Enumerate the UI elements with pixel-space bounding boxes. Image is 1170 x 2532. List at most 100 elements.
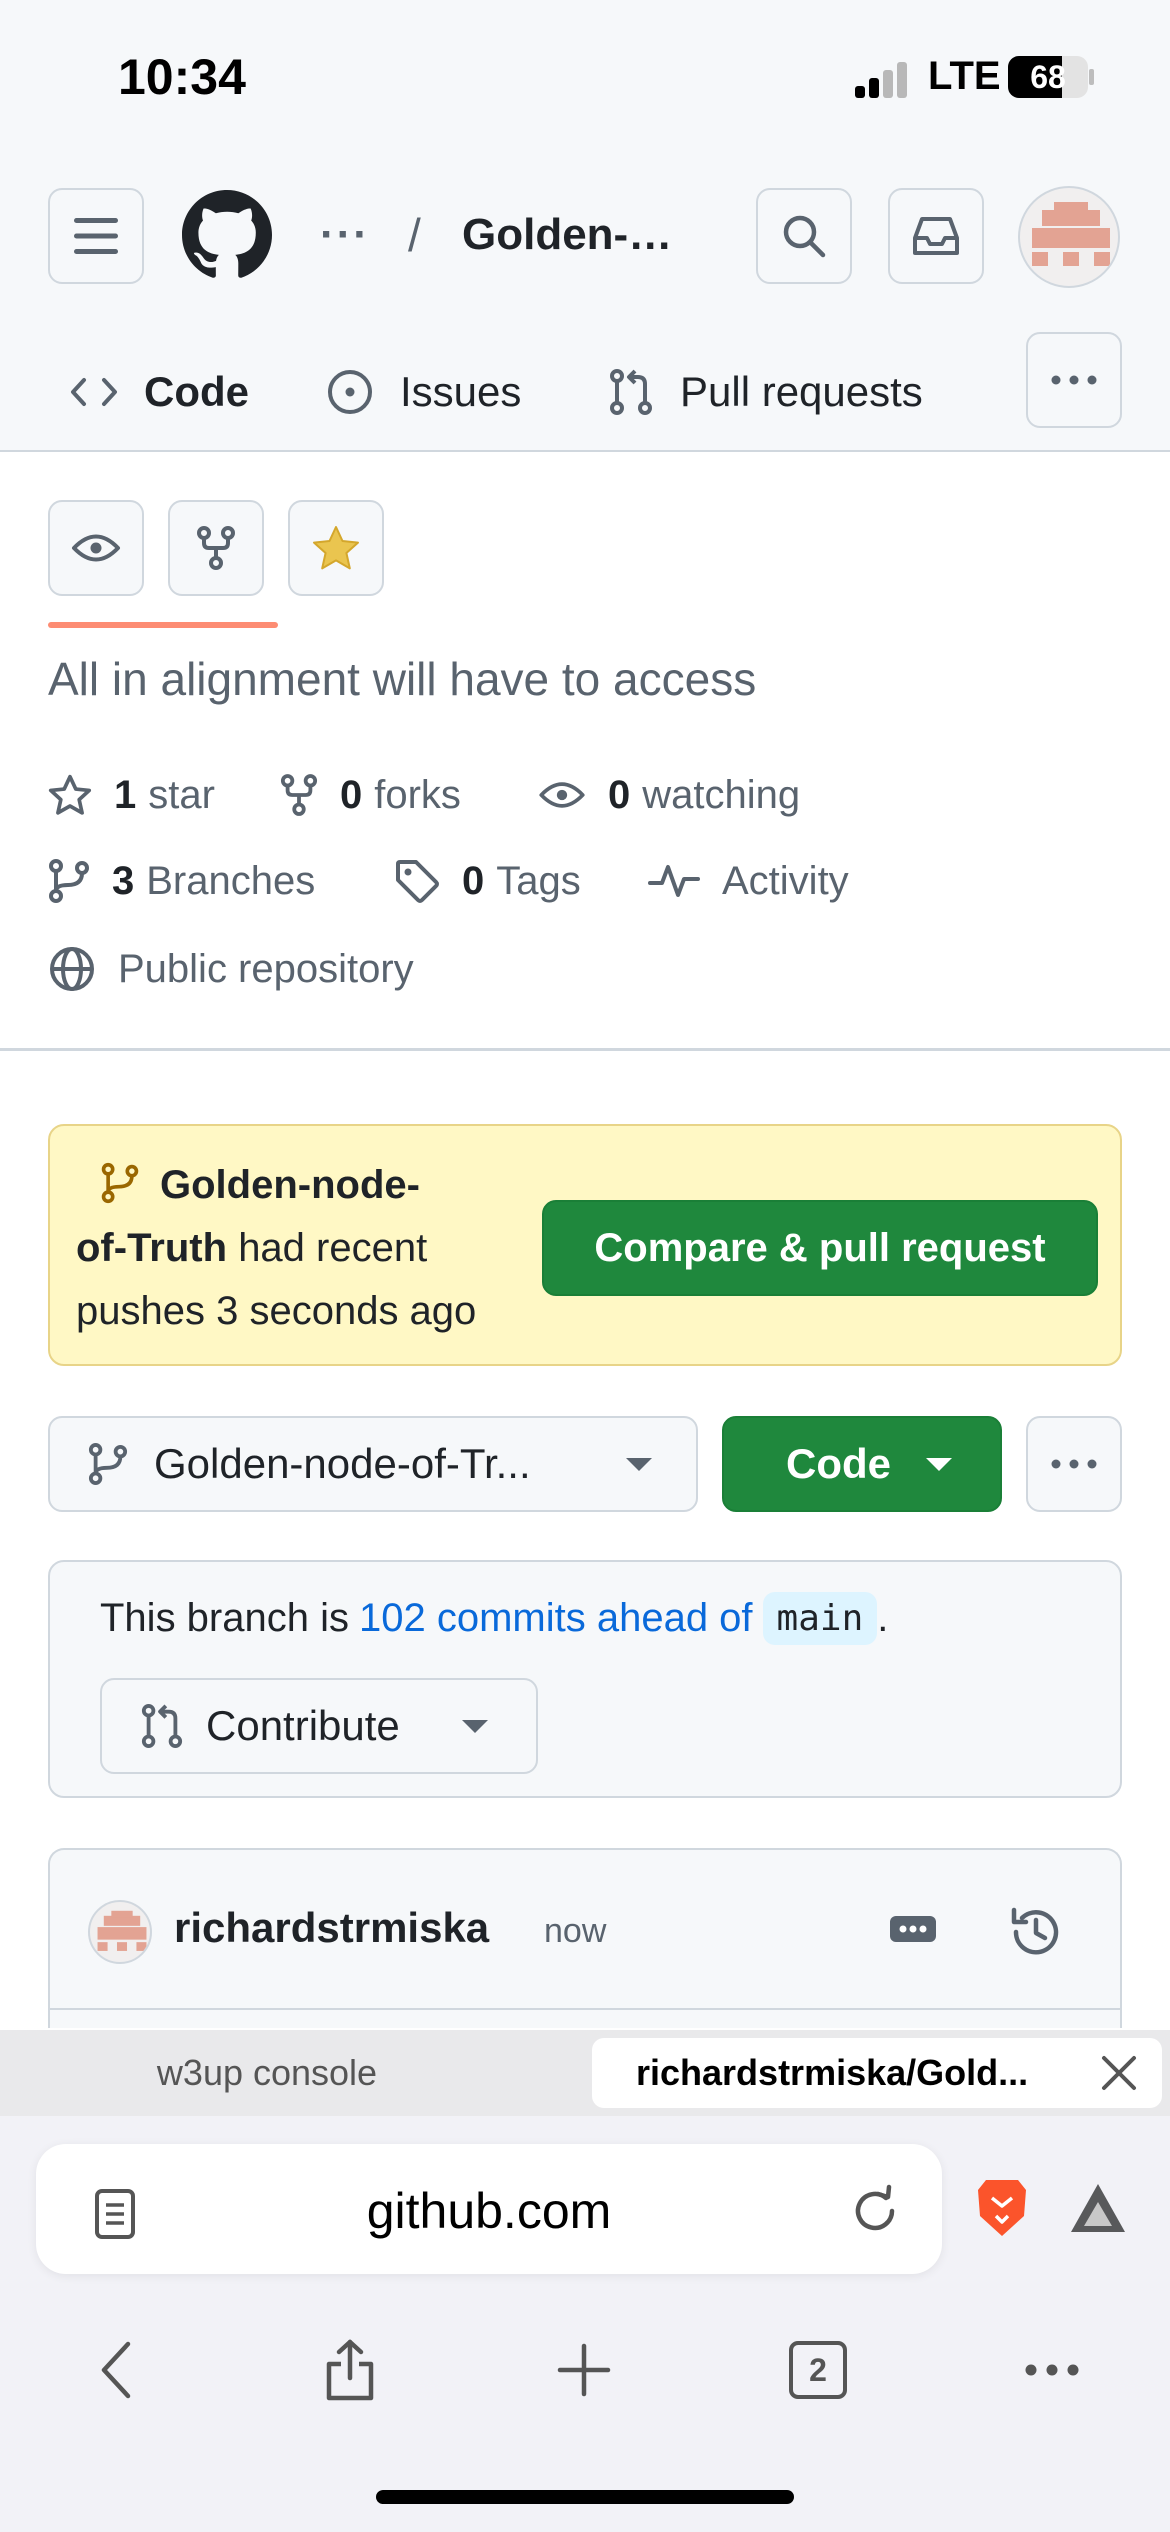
tags-count: 0 xyxy=(462,858,485,903)
recent-push-banner: Golden-node-of-Truth had recent pushes 3 … xyxy=(48,1124,1122,1366)
watching-label: watching xyxy=(642,772,801,817)
git-branch-icon xyxy=(49,859,89,903)
tab-issues[interactable]: Issues xyxy=(326,332,521,452)
back-button[interactable] xyxy=(76,2330,156,2410)
tab-pull-requests-label: Pull requests xyxy=(680,368,923,415)
branches-link[interactable]: 3 Branches xyxy=(48,856,315,906)
tab-issues-label: Issues xyxy=(400,368,522,415)
star-fill-icon xyxy=(313,526,359,570)
tag-icon xyxy=(396,860,439,903)
browser-tab-strip: w3up console richardstrmiska/Gold... xyxy=(0,2030,1170,2116)
selected-tab-indicator xyxy=(48,622,278,628)
status-time: 10:34 xyxy=(118,49,246,105)
commit-message-expand-icon[interactable] xyxy=(890,1916,936,1942)
commit-author[interactable]: richardstrmiska xyxy=(174,1904,489,1952)
git-pull-request-icon xyxy=(610,369,652,415)
branches-label: Branches xyxy=(146,858,316,903)
url-text: github.com xyxy=(366,2183,612,2239)
plus-icon xyxy=(557,2343,611,2397)
branch-ahead-notice: This branch is 102 commits ahead of main… xyxy=(48,1560,1122,1798)
recent-push-text: had recent xyxy=(238,1226,428,1270)
breadcrumb-overflow[interactable]: ··· xyxy=(320,210,370,260)
commit-author-avatar[interactable] xyxy=(88,1900,152,1964)
commits-ahead-link[interactable]: 102 commits ahead of xyxy=(359,1596,753,1641)
home-indicator[interactable] xyxy=(376,2490,794,2504)
hamburger-menu-button[interactable] xyxy=(48,188,144,284)
status-bar: 10:34 LTE 68 xyxy=(0,0,1170,150)
chevron-down-icon xyxy=(462,1720,488,1733)
watch-button[interactable] xyxy=(48,500,144,596)
repo-tabs: Code Issues Pull requests xyxy=(0,332,1170,628)
repo-forked-icon xyxy=(197,526,235,570)
repo-forked-icon xyxy=(280,774,318,816)
github-logo-icon[interactable] xyxy=(182,190,272,280)
pulse-icon xyxy=(648,865,700,897)
visibility-label: Public repository xyxy=(118,946,414,991)
tab-count: 2 xyxy=(809,2351,827,2388)
inbox-button[interactable] xyxy=(888,188,984,284)
git-branch-icon xyxy=(101,1162,139,1204)
browser-menu-button[interactable] xyxy=(1012,2330,1092,2410)
git-branch-icon xyxy=(88,1443,128,1485)
latest-commit: richardstrmiska now xyxy=(48,1848,1122,2028)
new-tab-button[interactable] xyxy=(544,2330,624,2410)
branch-ahead-text: This branch is 102 commits ahead of main… xyxy=(100,1592,888,1645)
breadcrumb-repo-name[interactable]: Golden-… xyxy=(462,210,672,260)
more-tabs-button[interactable] xyxy=(1026,332,1122,428)
contribute-button[interactable]: Contribute xyxy=(100,1678,538,1774)
kebab-horizontal-icon xyxy=(1025,2364,1079,2376)
tab-code[interactable]: Code xyxy=(70,332,249,452)
compare-pull-request-button[interactable]: Compare & pull request xyxy=(542,1200,1098,1296)
brave-rewards-icon[interactable] xyxy=(1068,2180,1128,2236)
browser-tab-w3up[interactable]: w3up console xyxy=(0,2030,534,2116)
network-type: LTE xyxy=(928,54,1001,98)
activity-link[interactable]: Activity xyxy=(648,856,849,906)
code-dropdown-button[interactable]: Code xyxy=(722,1416,1002,1512)
repo-more-button[interactable] xyxy=(1026,1416,1122,1512)
recent-push-branch-line1[interactable]: Golden-node- xyxy=(160,1163,420,1207)
star-button[interactable] xyxy=(288,500,384,596)
recent-push-time: pushes 3 seconds ago xyxy=(76,1289,477,1333)
git-pull-request-icon xyxy=(141,1704,183,1748)
commit-divider xyxy=(50,2008,1120,2010)
chevron-down-icon xyxy=(926,1458,952,1471)
battery-level: 68 xyxy=(1030,59,1066,95)
globe-icon xyxy=(50,947,94,991)
github-header: ··· / Golden-… Code Issues Pull requests xyxy=(0,150,1170,628)
browser-tab-active[interactable]: richardstrmiska/Gold... xyxy=(592,2038,1162,2108)
watching-link[interactable]: 0 watching xyxy=(538,770,800,820)
user-avatar[interactable] xyxy=(1018,186,1120,288)
fork-button[interactable] xyxy=(168,500,264,596)
close-icon[interactable] xyxy=(1098,2052,1140,2094)
repo-description: All in alignment will have to access xyxy=(48,653,757,705)
inbox-icon xyxy=(913,217,959,255)
forks-link[interactable]: 0 forks xyxy=(280,770,461,820)
address-bar[interactable]: github.com xyxy=(36,2144,942,2274)
branch-ahead-prefix: This branch is xyxy=(100,1596,349,1640)
contribute-label: Contribute xyxy=(206,1702,400,1749)
reload-icon[interactable] xyxy=(848,2184,902,2238)
branch-selector[interactable]: Golden-node-of-Tr... xyxy=(48,1416,698,1512)
share-button[interactable] xyxy=(310,2330,390,2410)
watching-count: 0 xyxy=(608,772,631,817)
eye-icon xyxy=(539,782,585,808)
base-branch-chip: main xyxy=(762,1592,878,1645)
browser-toolbar: github.com 2 xyxy=(0,2116,1170,2532)
tab-code-label: Code xyxy=(144,368,249,415)
tab-switcher-button[interactable]: 2 xyxy=(778,2330,858,2410)
browser-tab-active-label: richardstrmiska/Gold... xyxy=(636,2052,1029,2093)
history-icon[interactable] xyxy=(1006,1902,1066,1962)
search-button[interactable] xyxy=(756,188,852,284)
stars-link[interactable]: 1 star xyxy=(48,770,215,820)
brave-shields-icon[interactable] xyxy=(974,2176,1030,2240)
commit-time: now xyxy=(544,1912,607,1950)
recent-push-branch-line2[interactable]: of-Truth xyxy=(76,1226,227,1270)
kebab-horizontal-icon xyxy=(1051,1459,1097,1469)
identicon-avatar-icon xyxy=(97,1910,147,1951)
recent-push-message: Golden-node-of-Truth had recent pushes 3 … xyxy=(76,1154,546,1343)
tab-pull-requests[interactable]: Pull requests xyxy=(608,332,923,452)
kebab-horizontal-icon xyxy=(1051,375,1097,385)
tags-link[interactable]: 0 Tags xyxy=(394,856,581,906)
tab-count-icon: 2 xyxy=(789,2341,847,2399)
code-button-label: Code xyxy=(786,1440,891,1487)
